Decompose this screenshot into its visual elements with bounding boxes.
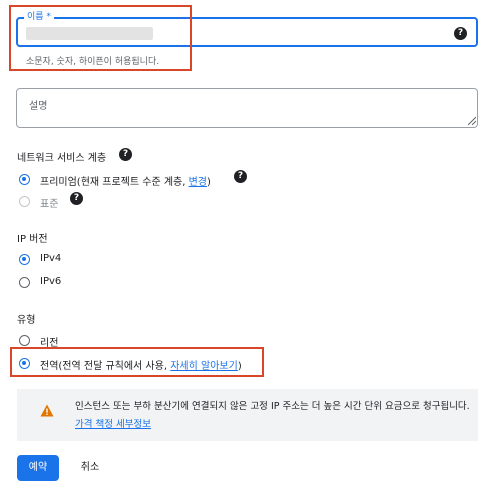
resize-grip-icon[interactable] — [468, 117, 476, 125]
premium-help-icon[interactable]: ? — [234, 170, 247, 183]
highlight-box-global — [10, 347, 264, 377]
notice-text: 인스턴스 또는 부하 분산기에 연결되지 않은 고정 IP 주소는 더 높은 시… — [75, 401, 470, 412]
radio-premium[interactable] — [19, 174, 30, 185]
description-placeholder: 설명 — [29, 101, 48, 112]
radio-standard[interactable] — [19, 196, 30, 207]
standard-option-label[interactable]: 표준 — [40, 195, 58, 210]
ipv6-label[interactable]: IPv6 — [40, 276, 61, 287]
network-tier-title: 네트워크 서비스 계층 — [17, 153, 107, 164]
type-title: 유형 — [17, 315, 36, 326]
help-icon[interactable]: ? — [454, 27, 467, 40]
network-tier-help-icon[interactable]: ? — [119, 148, 132, 161]
warning-icon — [40, 404, 54, 417]
change-tier-link[interactable]: 변경 — [189, 177, 207, 188]
premium-label-text: 프리미엄(현재 프로젝트 수준 계층, — [40, 177, 186, 188]
radio-ipv6[interactable] — [19, 277, 30, 288]
ip-version-title: IP 버전 — [17, 234, 48, 245]
radio-ipv4[interactable] — [19, 254, 30, 265]
standard-help-icon[interactable]: ? — [70, 192, 83, 205]
radio-regional[interactable] — [19, 335, 30, 346]
premium-option-label[interactable]: 프리미엄(현재 프로젝트 수준 계층, 변경) — [40, 173, 211, 188]
highlight-box-name — [9, 5, 192, 71]
pricing-details-link[interactable]: 가격 책정 세부정보 — [75, 419, 151, 430]
description-textarea[interactable] — [16, 88, 478, 128]
ipv4-label[interactable]: IPv4 — [40, 253, 61, 264]
notice-text-block: 인스턴스 또는 부하 분산기에 연결되지 않은 고정 IP 주소는 더 높은 시… — [75, 398, 475, 434]
premium-label-close: ) — [207, 177, 211, 188]
cancel-button[interactable]: 취소 — [70, 455, 110, 481]
reserve-button[interactable]: 예약 — [17, 455, 59, 481]
